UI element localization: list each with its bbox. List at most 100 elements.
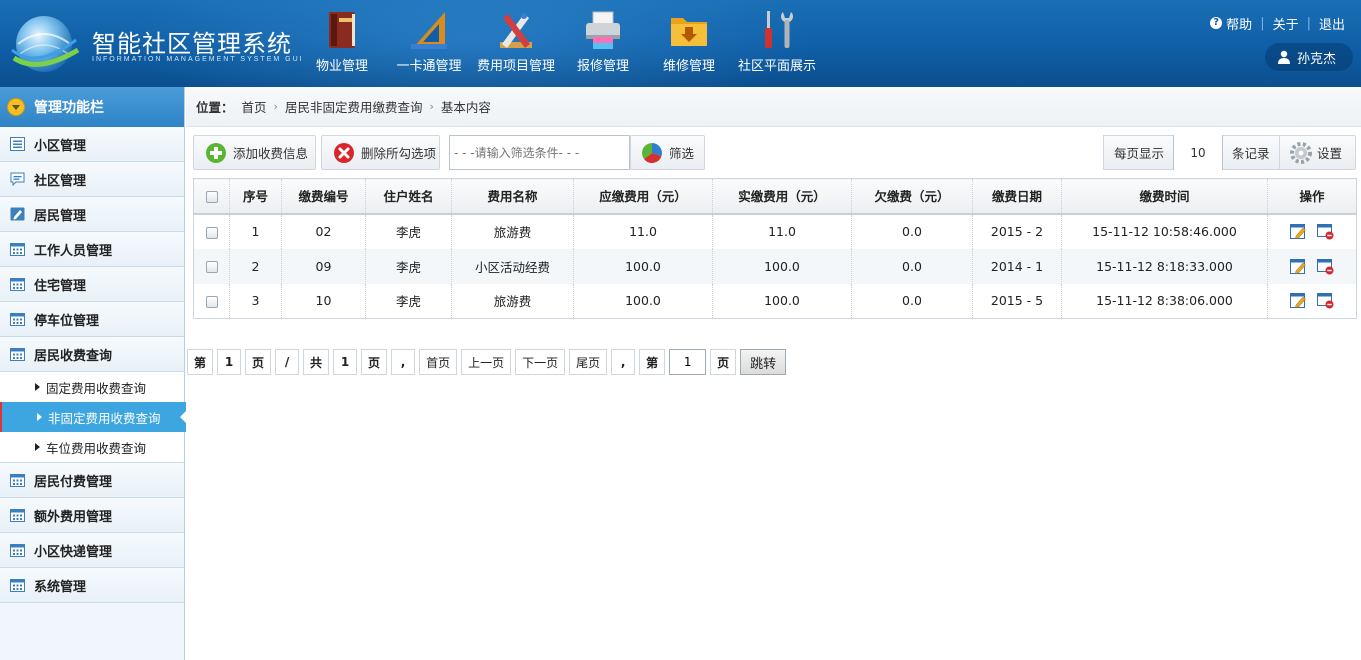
calendar-icon xyxy=(10,544,25,557)
nav-property-management[interactable]: 物业管理 xyxy=(307,6,377,76)
column-header: 操作 xyxy=(1267,178,1357,215)
app-subtitle: INFORMATION MANAGEMENT SYSTEM GUI xyxy=(92,56,304,63)
column-header: 费用名称 xyxy=(451,178,574,215)
sidebar-item[interactable]: 住宅管理 xyxy=(0,267,184,302)
calendar-icon xyxy=(10,509,25,522)
delete-window-icon[interactable] xyxy=(1317,223,1334,240)
sidebar-item-label: 额外费用管理 xyxy=(34,509,113,525)
about-link[interactable]: 关于 xyxy=(1273,14,1299,33)
nav-community-map[interactable]: 社区平面展示 xyxy=(732,6,822,76)
logout-link[interactable]: 退出 xyxy=(1319,14,1345,33)
edit-icon[interactable] xyxy=(1290,223,1307,240)
breadcrumb-section[interactable]: 居民非固定费用缴费查询 xyxy=(285,97,423,116)
per-page-input[interactable] xyxy=(1173,135,1224,170)
sidebar-item[interactable]: 工作人员管理 xyxy=(0,232,184,267)
settings-button[interactable]: 设置 xyxy=(1279,135,1356,170)
settings-label: 设置 xyxy=(1317,146,1343,161)
sidebar-item-label: 社区管理 xyxy=(34,173,87,189)
column-header: 欠缴费（元） xyxy=(851,178,973,215)
pager-text: 页 xyxy=(710,349,737,375)
goto-page-input[interactable] xyxy=(669,349,707,375)
breadcrumb-label: 位置： xyxy=(196,100,234,115)
breadcrumb-current: 基本内容 xyxy=(440,100,491,115)
edit-icon[interactable] xyxy=(1290,292,1307,309)
column-header: 缴费编号 xyxy=(281,178,366,215)
sidebar-subitem[interactable]: 车位费用收费查询 xyxy=(0,432,184,462)
row-checkbox[interactable] xyxy=(205,295,218,308)
help-link[interactable]: 帮助 xyxy=(1226,14,1252,33)
edit-icon[interactable] xyxy=(1290,258,1307,275)
pager-text: / xyxy=(275,349,300,375)
filter-input[interactable] xyxy=(449,135,630,170)
sidebar-item[interactable]: 居民付费管理 xyxy=(0,463,184,498)
sidebar-subitem[interactable]: 固定费用收费查询 xyxy=(0,372,184,402)
sidebar-item[interactable]: 小区快递管理 xyxy=(0,533,184,568)
sidebar-header[interactable]: 管理功能栏 xyxy=(0,87,184,127)
nav-label: 费用项目管理 xyxy=(476,59,555,74)
sidebar-item[interactable]: 停车位管理 xyxy=(0,302,184,337)
sidebar-item-label: 居民收费查询 xyxy=(34,348,113,364)
table-cell: 0.0 xyxy=(851,213,973,249)
sidebar-item-label: 小区管理 xyxy=(34,138,87,154)
row-checkbox[interactable] xyxy=(205,226,218,239)
table-cell: 11.0 xyxy=(573,213,713,249)
sidebar-item[interactable]: 小区管理 xyxy=(0,127,184,162)
sidebar-submenu: 固定费用收费查询非固定费用收费查询车位费用收费查询 xyxy=(0,372,187,463)
breadcrumb-arrow-icon: › xyxy=(273,100,278,113)
table-cell: 10 xyxy=(281,283,366,319)
user-badge[interactable]: 孙克杰 xyxy=(1265,43,1353,71)
sidebar-item[interactable]: 居民收费查询 xyxy=(0,337,184,372)
row-actions-cell xyxy=(1267,213,1357,249)
calendar-icon xyxy=(10,313,25,326)
table-cell: 15-11-12 8:18:33.000 xyxy=(1061,248,1268,284)
nav-maintenance[interactable]: 维修管理 xyxy=(656,6,722,76)
folder-download-icon xyxy=(671,18,707,46)
fee-table: 序号 缴费编号 住户姓名 费用名称 应缴费用（元） 实缴费用（元） 欠缴费（元）… xyxy=(193,178,1357,319)
table-cell: 11.0 xyxy=(712,213,852,249)
next-page-button[interactable]: 下一页 xyxy=(515,349,566,375)
sidebar-item[interactable]: 居民管理 xyxy=(0,197,184,232)
table-cell: 旅游费 xyxy=(451,283,574,319)
prev-page-button[interactable]: 上一页 xyxy=(461,349,512,375)
pencil-tools-icon xyxy=(500,13,532,48)
table-cell: 李虎 xyxy=(365,283,452,319)
triangle-right-icon xyxy=(35,443,40,451)
sidebar-title: 管理功能栏 xyxy=(34,100,104,116)
calendar-icon xyxy=(10,474,25,487)
column-header: 应缴费用（元） xyxy=(573,178,713,215)
breadcrumb-home[interactable]: 首页 xyxy=(242,97,267,116)
filter-button[interactable]: 筛选 xyxy=(630,135,705,170)
calendar-icon xyxy=(10,243,25,256)
delete-window-icon[interactable] xyxy=(1317,292,1334,309)
sidebar-item-label: 系统管理 xyxy=(34,579,87,595)
delete-selected-button[interactable]: 删除所勾选项 xyxy=(321,135,440,170)
first-page-button[interactable]: 首页 xyxy=(419,349,458,375)
add-fee-button[interactable]: 添加收费信息 xyxy=(193,135,316,170)
nav-label: 报修管理 xyxy=(576,59,629,74)
table-cell: 15-11-12 8:38:06.000 xyxy=(1061,283,1268,319)
sidebar-item[interactable]: 社区管理 xyxy=(0,162,184,197)
nav-fee-items[interactable]: 费用项目管理 xyxy=(472,6,560,76)
nav-card-management[interactable]: 一卡通管理 xyxy=(391,6,467,76)
pie-chart-icon xyxy=(642,142,662,163)
nav-repair-request[interactable]: 报修管理 xyxy=(570,6,636,76)
sidebar-item[interactable]: 额外费用管理 xyxy=(0,498,184,533)
select-all-checkbox[interactable] xyxy=(205,190,218,203)
sidebar-bottom-items: 居民付费管理额外费用管理小区快递管理系统管理 xyxy=(0,463,184,603)
table-cell: 100.0 xyxy=(712,248,852,284)
table-cell: 1 xyxy=(229,213,282,249)
delete-window-icon[interactable] xyxy=(1317,258,1334,275)
column-header: 住户姓名 xyxy=(365,178,452,215)
pager-text: 第 xyxy=(639,349,666,375)
pager-text: , xyxy=(391,349,416,375)
column-header: 缴费时间 xyxy=(1061,178,1268,215)
calendar-icon xyxy=(10,579,25,592)
row-checkbox[interactable] xyxy=(205,261,218,273)
jump-button[interactable]: 跳转 xyxy=(740,349,787,375)
sidebar-subitem[interactable]: 非固定费用收费查询 xyxy=(0,402,187,432)
sidebar-subitem-label: 固定费用收费查询 xyxy=(46,380,147,396)
sidebar-item[interactable]: 系统管理 xyxy=(0,568,184,603)
last-page-button[interactable]: 尾页 xyxy=(569,349,608,375)
sidebar-subitem-label: 车位费用收费查询 xyxy=(46,440,147,456)
current-page: 1 xyxy=(217,349,242,375)
